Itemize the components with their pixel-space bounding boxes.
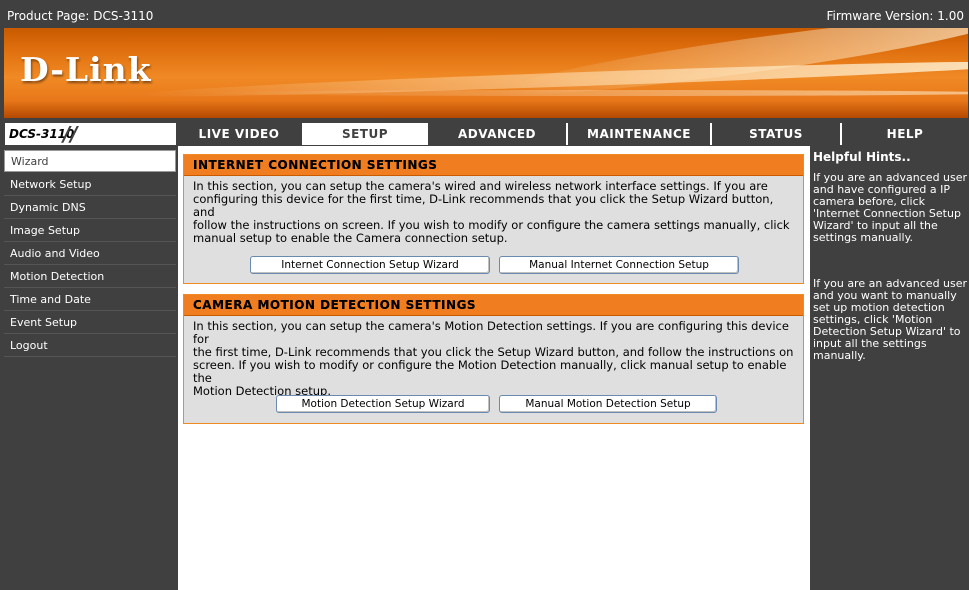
tab-setup[interactable]: SETUP <box>302 123 426 145</box>
product-page-label: Product Page: DCS-3110 <box>7 9 154 23</box>
model-label-box: DCS-3110 // <box>4 122 176 146</box>
dlink-logo: D-Link <box>20 50 152 89</box>
tab-advanced[interactable]: ADVANCED <box>426 123 566 145</box>
sidebar: Wizard Network Setup Dynamic DNS Image S… <box>4 146 178 590</box>
section-title: INTERNET CONNECTION SETTINGS <box>184 155 803 176</box>
top-bar: Product Page: DCS-3110 Firmware Version:… <box>4 4 968 28</box>
tab-status[interactable]: STATUS <box>710 123 840 145</box>
sidebar-item-logout[interactable]: Logout <box>4 335 176 357</box>
sidebar-item-time-and-date[interactable]: Time and Date <box>4 289 176 311</box>
banner-swoosh <box>204 90 968 96</box>
hint-line: manually. <box>813 349 866 362</box>
motion-setup-wizard-button[interactable]: Motion Detection Setup Wizard <box>276 395 490 413</box>
sidebar-item-motion-detection[interactable]: Motion Detection <box>4 266 176 288</box>
description-line: manual setup to enable the Camera connec… <box>193 231 508 245</box>
hint-paragraph: If you are an advanced user and have con… <box>813 172 969 244</box>
sidebar-item-image-setup[interactable]: Image Setup <box>4 220 176 242</box>
hint-line: settings manually. <box>813 231 914 244</box>
main-nav: DCS-3110 // LIVE VIDEO SETUP ADVANCED MA… <box>4 122 968 146</box>
description-line: In this section, you can setup the camer… <box>193 319 789 346</box>
section-description: In this section, you can setup the camer… <box>184 176 803 245</box>
slashes-decoration: // <box>63 122 78 146</box>
hints-title: Helpful Hints.. <box>813 150 911 164</box>
firmware-version-label: Firmware Version: 1.00 <box>826 9 964 23</box>
manual-motion-setup-button[interactable]: Manual Motion Detection Setup <box>499 395 717 413</box>
description-line: screen. If you wish to modify or configu… <box>193 358 787 385</box>
motion-detection-section: CAMERA MOTION DETECTION SETTINGS In this… <box>183 294 804 424</box>
section-title: CAMERA MOTION DETECTION SETTINGS <box>184 295 803 316</box>
tab-maintenance[interactable]: MAINTENANCE <box>566 123 710 145</box>
sidebar-item-event-setup[interactable]: Event Setup <box>4 312 176 334</box>
manual-internet-setup-button[interactable]: Manual Internet Connection Setup <box>499 256 739 274</box>
hint-paragraph: If you are an advanced user and you want… <box>813 278 969 362</box>
section-description: In this section, you can setup the camer… <box>184 316 803 398</box>
sidebar-item-wizard[interactable]: Wizard <box>4 150 176 172</box>
dlink-banner: D-Link <box>4 28 968 118</box>
helpful-hints-panel: Helpful Hints.. If you are an advanced u… <box>808 146 968 590</box>
sidebar-item-dynamic-dns[interactable]: Dynamic DNS <box>4 197 176 219</box>
tab-live-video[interactable]: LIVE VIDEO <box>174 123 302 145</box>
sidebar-item-network-setup[interactable]: Network Setup <box>4 174 176 196</box>
main-content: INTERNET CONNECTION SETTINGS In this sec… <box>178 146 808 590</box>
internet-connection-section: INTERNET CONNECTION SETTINGS In this sec… <box>183 154 804 284</box>
tab-help[interactable]: HELP <box>840 123 968 145</box>
description-line: configuring this device for the first ti… <box>193 192 774 219</box>
sidebar-item-audio-and-video[interactable]: Audio and Video <box>4 243 176 265</box>
internet-setup-wizard-button[interactable]: Internet Connection Setup Wizard <box>250 256 490 274</box>
